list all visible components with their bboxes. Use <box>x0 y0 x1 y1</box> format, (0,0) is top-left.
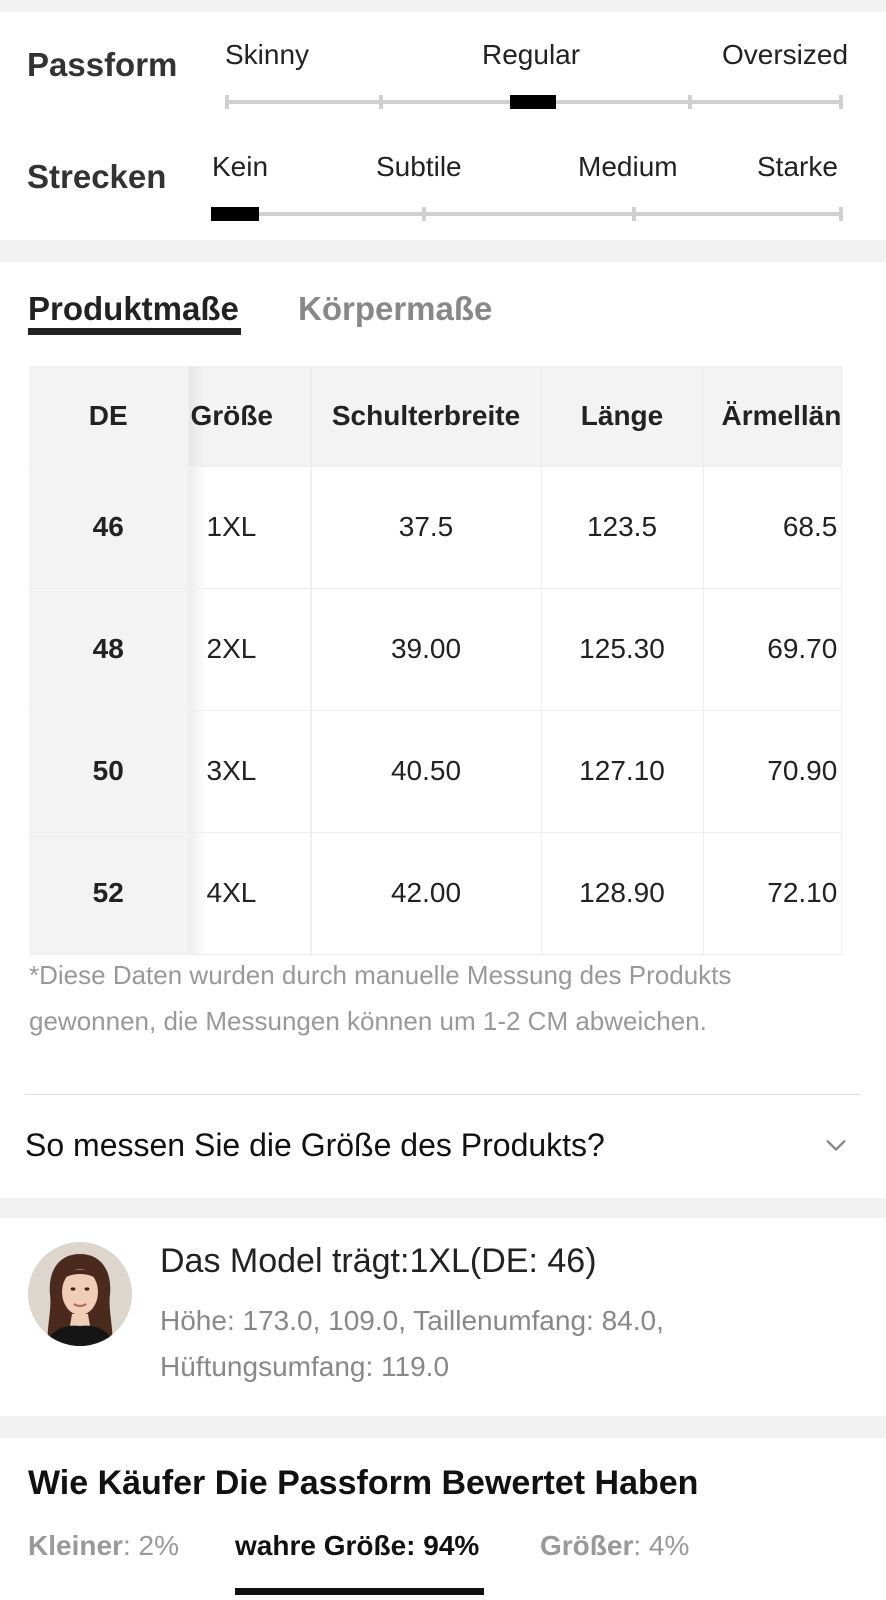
fit-rating-larger-label: Größer <box>540 1530 634 1561</box>
strecken-label-subtile: Subtile <box>376 151 462 182</box>
strecken-slider: Strecken Kein Subtile Medium Starke <box>0 124 886 240</box>
strecken-label-kein: Kein <box>212 151 269 182</box>
howto-measure-toggle[interactable]: So messen Sie die Größe des Produkts? <box>25 1102 861 1188</box>
cell-size: 3XL <box>188 710 312 833</box>
strecken-track <box>212 212 843 216</box>
cell-laenge: 123.5 <box>541 466 704 589</box>
fit-rating-true-size-label: wahre Größe <box>235 1530 407 1561</box>
fit-rating-larger: Größer: 4% <box>540 1530 689 1562</box>
cell-de: 48 <box>29 588 189 711</box>
fit-rating-smaller: Kleiner: 2% <box>28 1530 179 1562</box>
passform-tick <box>688 95 692 109</box>
passform-slider: Passform Skinny Regular Oversized <box>0 12 886 124</box>
fit-section: Passform Skinny Regular Oversized Streck… <box>0 12 886 240</box>
table-header-row: DE Größe Schulterbreite Länge Ärmellän <box>29 366 843 467</box>
strecken-title: Strecken <box>27 158 167 195</box>
strecken-tick <box>632 207 636 221</box>
cell-aermellaenge: 70.90 <box>703 710 843 833</box>
table-row: 46 1XL 37.5 123.5 68.5 <box>29 466 843 589</box>
passform-title: Passform <box>27 46 178 83</box>
cell-laenge: 127.10 <box>541 710 704 833</box>
cell-de: 52 <box>29 832 189 955</box>
strecken-label-medium: Medium <box>578 151 678 182</box>
strecken-tick <box>839 207 843 221</box>
cell-aermellaenge: 72.10 <box>703 832 843 955</box>
fit-rating-true-size-value: : 94% <box>406 1530 480 1561</box>
cell-aermellaenge: 69.70 <box>703 588 843 711</box>
passform-tick <box>839 95 843 109</box>
divider <box>25 1094 861 1095</box>
col-header-aermellaenge: Ärmellän <box>703 366 843 467</box>
cell-laenge: 125.30 <box>541 588 704 711</box>
table-row: 48 2XL 39.00 125.30 69.70 <box>29 588 843 711</box>
cell-aermellaenge: 68.5 <box>703 466 843 589</box>
buyer-fit-section: Wie Käufer Die Passform Bewertet Haben K… <box>0 1438 886 1600</box>
table-row: 52 4XL 42.00 128.90 72.10 <box>29 832 843 955</box>
cell-size: 1XL <box>188 466 312 589</box>
col-header-de: DE <box>29 366 189 467</box>
passform-label-oversized: Oversized <box>722 39 849 70</box>
passform-thumb <box>510 95 556 109</box>
col-header-laenge: Länge <box>541 366 704 467</box>
fit-rating-smaller-label: Kleiner <box>28 1530 123 1561</box>
cell-schulterbreite: 37.5 <box>311 466 542 589</box>
cell-de: 50 <box>29 710 189 833</box>
cell-schulterbreite: 40.50 <box>311 710 542 833</box>
strecken-label-starke: Starke <box>757 151 838 182</box>
tab-active-underline <box>28 328 241 335</box>
tab-produktmasse[interactable]: Produktmaße <box>28 290 239 328</box>
passform-label-regular: Regular <box>482 39 581 70</box>
passform-tick <box>225 95 229 109</box>
model-wearing-title: Das Model trägt:1XL(DE: 46) <box>160 1242 597 1280</box>
fit-rating-active-underline <box>235 1588 484 1595</box>
fit-rating-smaller-value: : 2% <box>122 1530 179 1561</box>
tab-koerpermasse[interactable]: Körpermaße <box>298 290 492 328</box>
col-header-schulterbreite: Schulterbreite <box>311 366 542 467</box>
chevron-down-icon <box>826 1140 846 1151</box>
strecken-tick <box>422 207 426 221</box>
model-section: Das Model trägt:1XL(DE: 46) Höhe: 173.0,… <box>0 1218 886 1416</box>
fit-rating-true-size: wahre Größe: 94% <box>235 1530 479 1562</box>
size-table: DE Größe Schulterbreite Länge Ärmellän 4… <box>29 366 843 955</box>
buyer-fit-title: Wie Käufer Die Passform Bewertet Haben <box>28 1464 699 1502</box>
cell-size: 2XL <box>188 588 312 711</box>
cell-schulterbreite: 42.00 <box>311 832 542 955</box>
cell-schulterbreite: 39.00 <box>311 588 542 711</box>
model-measurements: Höhe: 173.0, 109.0, Taillenumfang: 84.0,… <box>160 1305 664 1382</box>
measurement-note: *Diese Daten wurden durch manuelle Messu… <box>29 960 732 1036</box>
howto-measure-label: So messen Sie die Größe des Produkts? <box>25 1126 605 1163</box>
fit-rating-larger-value: : 4% <box>633 1530 690 1561</box>
cell-de: 46 <box>29 466 189 589</box>
cell-size: 4XL <box>188 832 312 955</box>
passform-tick <box>379 95 383 109</box>
col-header-groesse: Größe <box>188 366 312 467</box>
cell-laenge: 128.90 <box>541 832 704 955</box>
passform-label-skinny: Skinny <box>225 39 310 70</box>
avatar <box>28 1242 132 1346</box>
table-row: 50 3XL 40.50 127.10 70.90 <box>29 710 843 833</box>
strecken-thumb <box>211 207 259 221</box>
measurements-section: Produktmaße Körpermaße DE Größe Schulter… <box>0 262 886 1198</box>
